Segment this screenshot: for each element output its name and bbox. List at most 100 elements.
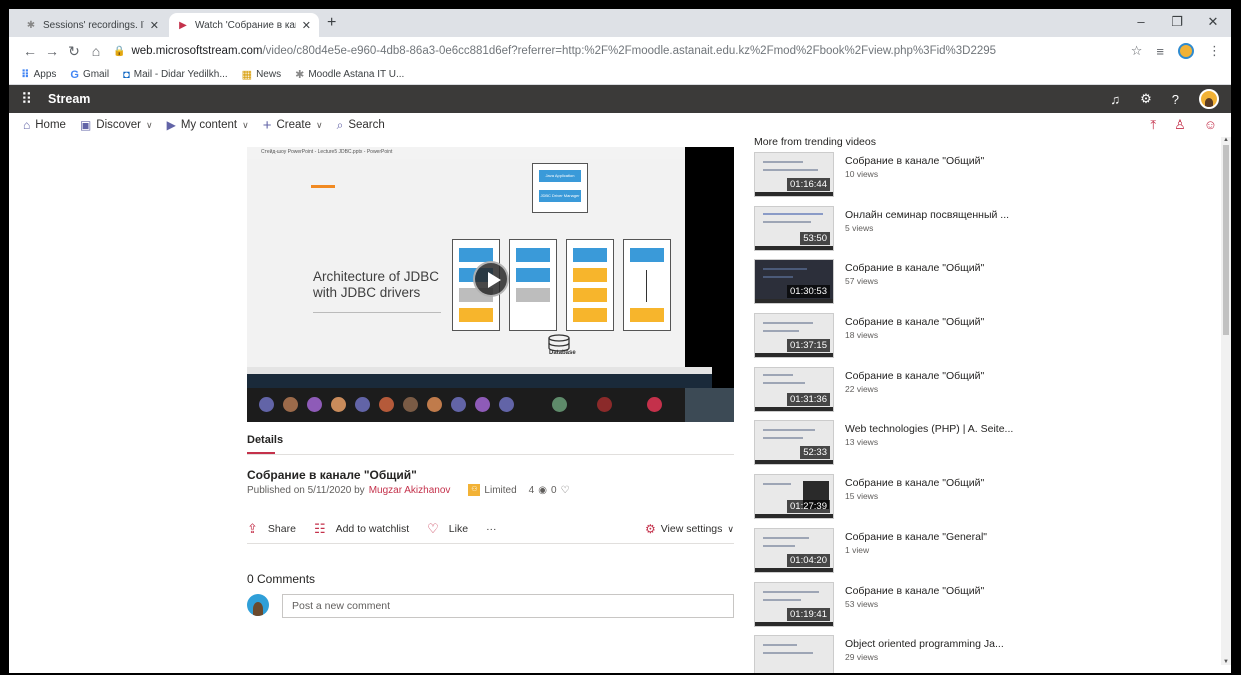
home-icon: ⌂ (23, 118, 31, 132)
video-thumbnail[interactable]: 01:31:36 (754, 366, 834, 412)
plus-icon: + (262, 116, 272, 134)
feedback-smiley-icon[interactable]: ☺ (1204, 117, 1217, 133)
video-thumbnail[interactable]: 52:33 (754, 420, 834, 466)
tab-title: Watch 'Собрание в канале "Об (195, 19, 296, 31)
scrollbar-thumb[interactable] (1223, 145, 1229, 335)
trending-video-item[interactable]: 01:19:41 Собрание в канале "Общий" 53 vi… (754, 581, 1214, 636)
trending-video-item[interactable]: 01:30:53 Собрание в канале "Общий" 57 vi… (754, 259, 1214, 313)
apps-grid-icon: ⠿ (21, 69, 30, 81)
add-to-watchlist-button[interactable]: Add to watchlist (336, 523, 410, 535)
people-icon[interactable]: ♙ (1174, 117, 1186, 133)
comment-input[interactable]: Post a new comment (282, 594, 734, 618)
likes-count: 0 (550, 484, 557, 496)
video-thumbnail[interactable]: 01:30:53 (754, 259, 834, 305)
bookmark-mail[interactable]: ◘ Mail - Didar Yedilkh... (123, 69, 228, 81)
trending-video-item[interactable]: 52:33 Web technologies (PHP) | A. Seite.… (754, 420, 1214, 474)
video-thumbnail[interactable]: 01:16:44 (754, 152, 834, 197)
view-settings-button[interactable]: ⚙ View settings ∨ (645, 522, 734, 536)
trending-video-item[interactable]: 01:27:39 Собрание в канале "Общий" 15 vi… (754, 474, 1214, 528)
scroll-down-icon[interactable]: ▼ (1223, 659, 1229, 665)
profile-avatar[interactable] (1178, 43, 1194, 59)
video-title-link[interactable]: Собрание в канале "Общий" (845, 370, 984, 382)
video-thumbnail[interactable] (754, 635, 834, 673)
participant-avatar (307, 397, 322, 412)
minimize-icon[interactable]: – (1123, 9, 1159, 37)
url-input[interactable]: 🔒 web.microsoftstream.com/video/c80d4e5e… (113, 40, 1121, 62)
nav-home[interactable]: ⌂ Home (23, 118, 66, 132)
video-title-link[interactable]: Object oriented programming Ja... (845, 638, 1004, 650)
restore-icon[interactable]: ❐ (1159, 9, 1195, 37)
back-icon[interactable]: ← (19, 43, 41, 59)
user-avatar[interactable] (1199, 89, 1219, 109)
scroll-up-icon[interactable]: ▲ (1223, 137, 1229, 143)
video-duration: 01:27:39 (787, 500, 830, 514)
playlist-icon[interactable]: ≡ (1156, 44, 1164, 59)
trending-video-item[interactable]: 01:31:36 Собрание в канале "Общий" 22 vi… (754, 366, 1214, 421)
share-button[interactable]: Share (268, 523, 296, 535)
tab-details[interactable]: Details (247, 434, 283, 446)
reload-icon[interactable]: ↻ (63, 43, 85, 60)
video-thumbnail[interactable]: 01:04:20 (754, 527, 834, 573)
browser-tab-watch[interactable]: ▶ Watch 'Собрание в канале "Об ✕ (169, 13, 319, 37)
home-icon[interactable]: ⌂ (85, 43, 107, 59)
new-tab-icon[interactable]: + (327, 14, 336, 32)
watchlist-icon[interactable]: ☷ (314, 521, 326, 537)
page-scrollbar[interactable]: ▲ ▼ (1221, 137, 1231, 665)
nav-right-actions: ⤒ ♙ ☺ (1150, 117, 1217, 133)
video-title-link[interactable]: Собрание в канале "General" (845, 531, 987, 543)
video-title-link[interactable]: Онлайн семинар посвященный ... (845, 209, 1009, 221)
app-launcher-icon[interactable]: ⠿ (21, 90, 32, 108)
participant-avatar (475, 397, 490, 412)
participant-avatar (331, 397, 346, 412)
nav-search[interactable]: ⌕ Search (337, 118, 385, 133)
video-player[interactable]: Стейд-шоу PowerPoint - Lecture5 JDBC.ppt… (247, 147, 734, 422)
video-title-link[interactable]: Собрание в канале "Общий" (845, 477, 984, 489)
nav-discover[interactable]: ▣ Discover ∨ (80, 118, 153, 132)
trending-video-item[interactable]: 53:50 Онлайн семинар посвященный ... 5 v… (754, 205, 1214, 260)
bookmark-gmail[interactable]: G Gmail (70, 69, 109, 81)
help-icon[interactable]: ? (1172, 92, 1179, 107)
tab-title: Sessions' recordings. IT-1905: we (43, 19, 144, 31)
bookmark-apps[interactable]: ⠿ Apps (21, 68, 56, 81)
play-button-icon[interactable] (473, 261, 509, 297)
bookmark-star-icon[interactable]: ☆ (1131, 43, 1143, 59)
notifications-bell-icon[interactable]: ♫ (1110, 92, 1120, 107)
trending-video-item[interactable]: Object oriented programming Ja... 29 vie… (754, 635, 1214, 673)
video-duration: 01:30:53 (787, 285, 830, 299)
like-heart-icon[interactable]: ♡ (427, 521, 439, 537)
close-tab-icon[interactable]: ✕ (150, 19, 159, 32)
bookmark-moodle[interactable]: ✱ Moodle Astana IT U... (295, 68, 404, 81)
url-host: web.microsoftstream.com (131, 45, 263, 57)
browser-tab-sessions[interactable]: ✱ Sessions' recordings. IT-1905: we ✕ (17, 13, 167, 37)
nav-my-content[interactable]: ▶ My content ∨ (167, 118, 249, 132)
video-title-link[interactable]: Собрание в канале "Общий" (845, 585, 984, 597)
video-title-link[interactable]: Собрание в канале "Общий" (845, 316, 984, 328)
author-link[interactable]: Mugzar Akizhanov (369, 485, 451, 496)
share-icon[interactable]: ⇪ (247, 521, 258, 537)
trending-video-item[interactable]: 01:37:15 Собрание в канале "Общий" 18 vi… (754, 313, 1214, 367)
nav-create[interactable]: + Create ∨ (263, 117, 323, 134)
video-title-link[interactable]: Web technologies (PHP) | A. Seite... (845, 423, 1013, 435)
close-window-icon[interactable]: ✕ (1195, 9, 1231, 37)
browser-menu-icon[interactable]: ⋮ (1208, 43, 1221, 59)
close-tab-icon[interactable]: ✕ (302, 19, 311, 32)
trending-video-item[interactable]: 01:04:20 Собрание в канале "General" 1 v… (754, 527, 1214, 582)
settings-gear-icon[interactable]: ⚙ (1140, 91, 1152, 107)
video-title-link[interactable]: Собрание в канале "Общий" (845, 262, 984, 274)
video-thumbnail[interactable]: 53:50 (754, 205, 834, 251)
like-button[interactable]: Like (449, 523, 468, 535)
stream-brand[interactable]: Stream (48, 92, 90, 106)
slide: Architecture of JDBC with JDBC drivers J… (247, 159, 685, 367)
forward-icon[interactable]: → (41, 43, 63, 59)
more-options-button[interactable]: ··· (486, 523, 497, 535)
trending-video-item[interactable]: 01:16:44 Собрание в канале "Общий" 10 vi… (754, 152, 1214, 206)
driver-col-3 (566, 239, 614, 331)
upload-icon[interactable]: ⤒ (1150, 117, 1156, 133)
view-settings-gear-icon: ⚙ (644, 522, 656, 536)
video-thumbnail[interactable]: 01:19:41 (754, 581, 834, 627)
bookmark-news[interactable]: ▦ News (242, 68, 281, 81)
video-thumbnail[interactable]: 01:37:15 (754, 313, 834, 359)
video-thumbnail[interactable]: 01:27:39 (754, 474, 834, 520)
driver-col-4 (623, 239, 671, 331)
video-title-link[interactable]: Собрание в канале "Общий" (845, 155, 984, 167)
